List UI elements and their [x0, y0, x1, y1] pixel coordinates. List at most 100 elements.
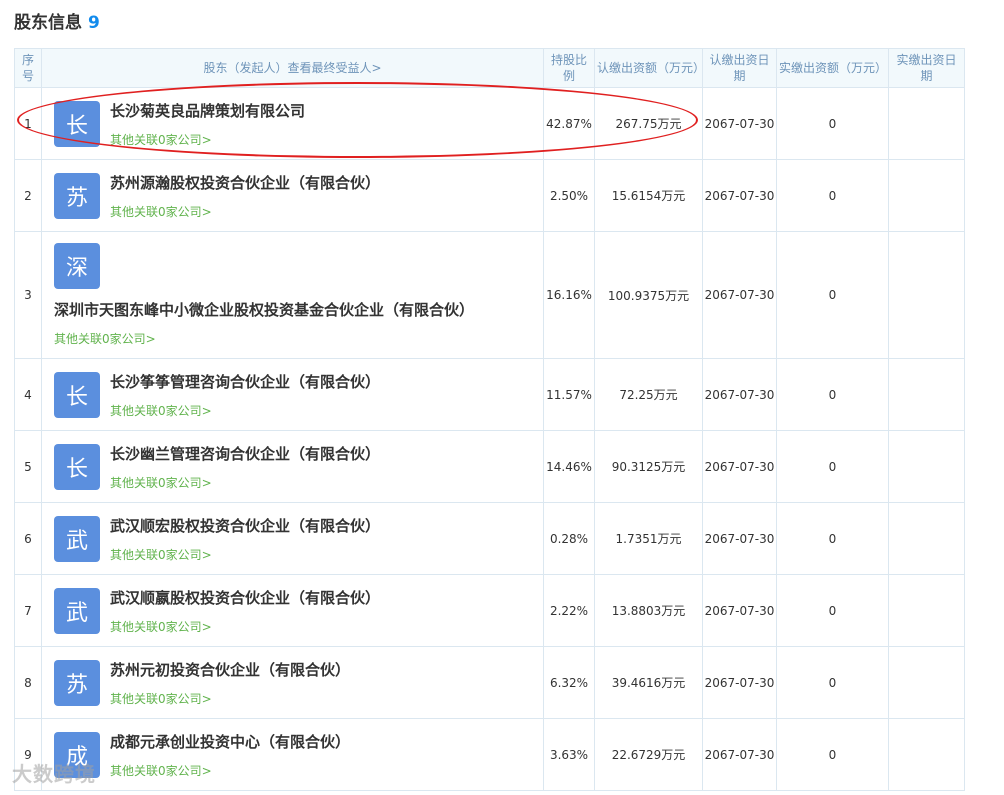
subscribed-date: 2067-07-30	[702, 718, 777, 791]
holder-name[interactable]: 深圳市天图东峰中小微企业股权投资基金合伙企业（有限合伙）	[54, 299, 543, 320]
holder-cell: 深深圳市天图东峰中小微企业股权投资基金合伙企业（有限合伙） 其他关联0家公司>	[41, 231, 544, 359]
paid-amount: 0	[776, 231, 889, 359]
paid-date	[888, 231, 965, 359]
related-companies-link[interactable]: 其他关联0家公司>	[110, 546, 380, 563]
holder-cell: 成成都元承创业投资中心（有限合伙） 其他关联0家公司>	[41, 718, 544, 791]
holder-cell: 长长沙筝筝管理咨询合伙企业（有限合伙） 其他关联0家公司>	[41, 358, 544, 431]
subscribed-date: 2067-07-30	[702, 430, 777, 503]
holder-avatar[interactable]: 武	[54, 587, 100, 634]
holder-cell: 苏苏州元初投资合伙企业（有限合伙） 其他关联0家公司>	[41, 646, 544, 719]
subscribed-amount: 13.8803万元	[594, 574, 703, 647]
holding-ratio: 42.87%	[543, 87, 595, 160]
paid-date	[888, 502, 965, 575]
table-row: 2 苏苏州源瀚股权投资合伙企业（有限合伙） 其他关联0家公司> 2.50% 15.615…	[14, 159, 965, 232]
holding-ratio: 2.22%	[543, 574, 595, 647]
holding-ratio: 14.46%	[543, 430, 595, 503]
subscribed-amount: 39.4616万元	[594, 646, 703, 719]
holder-name[interactable]: 武汉顺宏股权投资合伙企业（有限合伙）	[110, 515, 380, 536]
table-row: 4 长长沙筝筝管理咨询合伙企业（有限合伙） 其他关联0家公司> 11.57% 72.25…	[14, 358, 965, 431]
holder-avatar[interactable]: 长	[54, 100, 100, 147]
section-title-text: 股东信息	[14, 13, 82, 33]
paid-date	[888, 718, 965, 791]
related-companies-link[interactable]: 其他关联0家公司>	[110, 618, 380, 635]
holder-cell: 武武汉顺嬴股权投资合伙企业（有限合伙） 其他关联0家公司>	[41, 574, 544, 647]
related-companies-link[interactable]: 其他关联0家公司>	[110, 474, 380, 491]
header-paid-date: 实缴出资日期	[888, 48, 965, 88]
table-row: 5 长长沙幽兰管理咨询合伙企业（有限合伙） 其他关联0家公司> 14.46% 90.31…	[14, 430, 965, 503]
header-index: 序号	[14, 48, 42, 88]
holding-ratio: 6.32%	[543, 646, 595, 719]
paid-date	[888, 430, 965, 503]
holder-avatar[interactable]: 苏	[54, 172, 100, 219]
paid-date	[888, 646, 965, 719]
paid-date	[888, 358, 965, 431]
paid-amount: 0	[776, 718, 889, 791]
related-companies-link[interactable]: 其他关联0家公司>	[110, 203, 380, 220]
header-holder-link[interactable]: 股东（发起人）查看最终受益人>	[41, 48, 544, 88]
related-companies-link[interactable]: 其他关联0家公司>	[110, 762, 350, 779]
subscribed-amount: 72.25万元	[594, 358, 703, 431]
shareholder-count: 9	[88, 13, 100, 33]
paid-amount: 0	[776, 574, 889, 647]
holder-name[interactable]: 武汉顺嬴股权投资合伙企业（有限合伙）	[110, 587, 380, 608]
subscribed-date: 2067-07-30	[702, 502, 777, 575]
table-header-row: 序号 股东（发起人）查看最终受益人> 持股比例 认缴出资额（万元） 认缴出资日期…	[14, 48, 965, 88]
header-paid-amount: 实缴出资额（万元）	[776, 48, 889, 88]
holder-name[interactable]: 苏州源瀚股权投资合伙企业（有限合伙）	[110, 172, 380, 193]
holder-name[interactable]: 长沙菊英良品牌策划有限公司	[110, 100, 305, 121]
holder-avatar[interactable]: 深	[54, 243, 100, 289]
subscribed-date: 2067-07-30	[702, 87, 777, 160]
watermark: 大数跨境	[12, 762, 96, 786]
holder-cell: 武武汉顺宏股权投资合伙企业（有限合伙） 其他关联0家公司>	[41, 502, 544, 575]
row-index: 2	[14, 159, 42, 232]
paid-amount: 0	[776, 87, 889, 160]
related-companies-link[interactable]: 其他关联0家公司>	[110, 402, 380, 419]
subscribed-date: 2067-07-30	[702, 646, 777, 719]
subscribed-amount: 1.7351万元	[594, 502, 703, 575]
paid-date	[888, 87, 965, 160]
holder-avatar[interactable]: 长	[54, 371, 100, 418]
subscribed-amount: 22.6729万元	[594, 718, 703, 791]
related-companies-link[interactable]: 其他关联0家公司>	[54, 330, 543, 347]
paid-amount: 0	[776, 502, 889, 575]
row-index: 4	[14, 358, 42, 431]
header-subscribed-date: 认缴出资日期	[702, 48, 777, 88]
related-companies-link[interactable]: 其他关联0家公司>	[110, 690, 350, 707]
shareholder-table: 序号 股东（发起人）查看最终受益人> 持股比例 认缴出资额（万元） 认缴出资日期…	[14, 48, 965, 791]
paid-date	[888, 574, 965, 647]
paid-date	[888, 159, 965, 232]
paid-amount: 0	[776, 430, 889, 503]
holder-cell: 长长沙幽兰管理咨询合伙企业（有限合伙） 其他关联0家公司>	[41, 430, 544, 503]
holding-ratio: 2.50%	[543, 159, 595, 232]
holding-ratio: 3.63%	[543, 718, 595, 791]
subscribed-amount: 90.3125万元	[594, 430, 703, 503]
row-index: 5	[14, 430, 42, 503]
holder-name[interactable]: 长沙幽兰管理咨询合伙企业（有限合伙）	[110, 443, 380, 464]
table-row: 9 成成都元承创业投资中心（有限合伙） 其他关联0家公司> 3.63% 22.6729万…	[14, 718, 965, 791]
subscribed-amount: 267.75万元	[594, 87, 703, 160]
subscribed-date: 2067-07-30	[702, 231, 777, 359]
holder-avatar[interactable]: 长	[54, 443, 100, 490]
section-title: 股东信息 9	[14, 8, 100, 33]
paid-amount: 0	[776, 159, 889, 232]
holding-ratio: 11.57%	[543, 358, 595, 431]
holder-name[interactable]: 成都元承创业投资中心（有限合伙）	[110, 731, 350, 752]
subscribed-date: 2067-07-30	[702, 574, 777, 647]
holder-name[interactable]: 长沙筝筝管理咨询合伙企业（有限合伙）	[110, 371, 380, 392]
holder-cell: 苏苏州源瀚股权投资合伙企业（有限合伙） 其他关联0家公司>	[41, 159, 544, 232]
row-index: 7	[14, 574, 42, 647]
paid-amount: 0	[776, 358, 889, 431]
holding-ratio: 16.16%	[543, 231, 595, 359]
holder-avatar[interactable]: 武	[54, 515, 100, 562]
subscribed-date: 2067-07-30	[702, 358, 777, 431]
holder-cell: 长长沙菊英良品牌策划有限公司其他关联0家公司>	[41, 87, 544, 160]
holder-avatar[interactable]: 苏	[54, 659, 100, 706]
holder-name[interactable]: 苏州元初投资合伙企业（有限合伙）	[110, 659, 350, 680]
related-companies-link[interactable]: 其他关联0家公司>	[110, 131, 305, 148]
table-row: 6 武武汉顺宏股权投资合伙企业（有限合伙） 其他关联0家公司> 0.28% 1.7351…	[14, 502, 965, 575]
row-index: 6	[14, 502, 42, 575]
table-row: 1 长长沙菊英良品牌策划有限公司 其他关联0家公司> 42.87% 267.75万元 20…	[14, 87, 965, 160]
header-subscribed-amount: 认缴出资额（万元）	[594, 48, 705, 88]
subscribed-amount: 100.9375万元	[594, 231, 703, 359]
holding-ratio: 0.28%	[543, 502, 595, 575]
